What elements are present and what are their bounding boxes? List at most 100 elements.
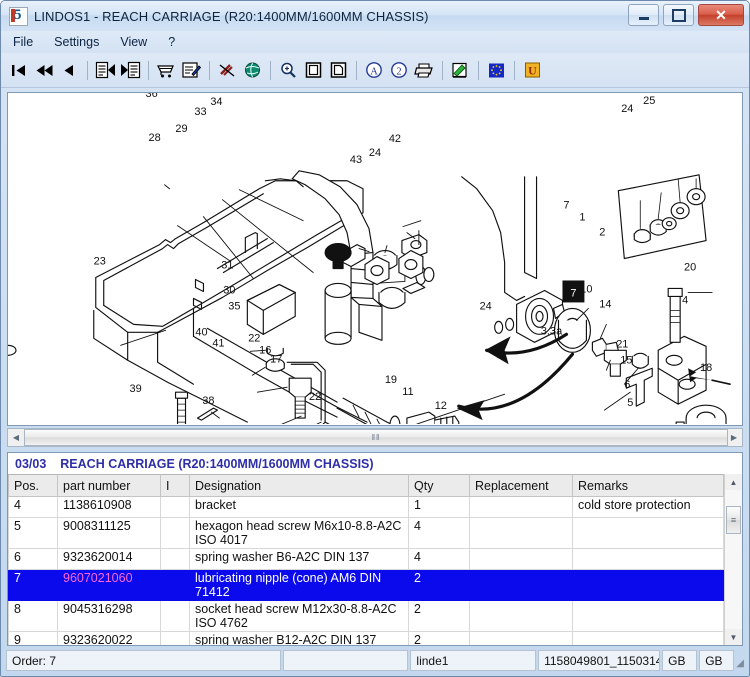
cell-part-number[interactable]: 9045316298	[57, 600, 161, 632]
diagram-horizontal-scrollbar[interactable]: ◀ ‖‖ ▶	[7, 428, 743, 447]
fast-rewind-icon	[36, 64, 52, 76]
cell-replacement[interactable]	[469, 569, 573, 601]
cell-pos[interactable]: 9	[8, 631, 58, 645]
cell-qty[interactable]: 4	[408, 548, 470, 570]
hscroll-thumb[interactable]: ‖‖	[24, 429, 728, 446]
cell-i[interactable]	[160, 631, 190, 645]
cell-pos[interactable]: 7	[8, 569, 58, 601]
page-back-list-button[interactable]	[93, 58, 117, 82]
cell-pos[interactable]: 4	[8, 496, 58, 518]
menu-item-settings[interactable]: Settings	[52, 34, 109, 50]
scroll-down-button[interactable]: ▼	[725, 629, 742, 645]
cell-part-number[interactable]: 9008311125	[57, 517, 161, 549]
diagram-viewport[interactable]: 7 36 34 33 29 28 23 31 30 35 40 41 39 38 22 16 17 43 24 42…	[7, 92, 743, 426]
cell-designation[interactable]: spring washer B6-A2C DIN 137	[189, 548, 409, 570]
resize-grip[interactable]: ◢	[736, 650, 744, 671]
column-header-replacement[interactable]: Replacement	[469, 474, 573, 497]
cell-replacement[interactable]	[469, 496, 573, 518]
cell-qty[interactable]: 4	[408, 517, 470, 549]
undo-u-button[interactable]: U	[520, 58, 544, 82]
column-header-part-number[interactable]: part number	[57, 474, 161, 497]
cell-remarks[interactable]	[572, 600, 724, 632]
cell-qty[interactable]: 2	[408, 600, 470, 632]
close-button[interactable]: ✕	[698, 4, 744, 26]
shopping-cart-button[interactable]	[154, 58, 178, 82]
page-fit-button[interactable]	[301, 58, 325, 82]
column-header-qty[interactable]: Qty	[408, 474, 470, 497]
minimize-icon	[638, 16, 649, 20]
diagram-callout-38: 38	[202, 395, 214, 407]
cell-part-number[interactable]: 9607021060	[57, 569, 161, 601]
menu-item-file[interactable]: File	[11, 34, 43, 50]
cell-qty[interactable]: 2	[408, 569, 470, 601]
hscroll-track[interactable]: ‖‖	[24, 429, 728, 446]
cell-qty[interactable]: 1	[408, 496, 470, 518]
no-link-button[interactable]	[215, 58, 239, 82]
cell-qty[interactable]: 2	[408, 631, 470, 645]
cell-pos[interactable]: 8	[8, 600, 58, 632]
parts-table-head: Pos. part number I Designation Qty Repla…	[8, 474, 724, 497]
cell-remarks[interactable]	[572, 631, 724, 645]
table-row[interactable]: 5 9008311125 hexagon head screw M6x10-8.8-…	[8, 517, 724, 549]
table-row[interactable]: 9 9323620022 spring washer B12-A2C DIN 137…	[8, 631, 724, 645]
cell-remarks[interactable]	[572, 548, 724, 570]
page-forward-list-button[interactable]	[118, 58, 142, 82]
maximize-button[interactable]	[663, 4, 694, 26]
cell-i[interactable]	[160, 496, 190, 518]
edit-order-button[interactable]	[179, 58, 203, 82]
cell-designation[interactable]: lubricating nipple (cone) AM6 DIN 71412	[189, 569, 409, 601]
minimize-button[interactable]	[628, 4, 659, 26]
cell-remarks[interactable]	[572, 517, 724, 549]
column-header-designation[interactable]: Designation	[189, 474, 409, 497]
table-row[interactable]: 8 9045316298 socket head screw M12x30-8.8-…	[8, 600, 724, 632]
cell-replacement[interactable]	[469, 600, 573, 632]
scroll-left-button[interactable]: ◀	[8, 429, 24, 446]
cell-i[interactable]	[160, 517, 190, 549]
scroll-right-button[interactable]: ▶	[726, 429, 742, 446]
diagram-callout-35: 35	[228, 300, 240, 312]
notes-button[interactable]	[448, 58, 472, 82]
cell-i[interactable]	[160, 548, 190, 570]
column-header-pos[interactable]: Pos.	[8, 474, 58, 497]
cell-i[interactable]	[160, 569, 190, 601]
parts-vertical-scrollbar[interactable]: ▲ ≡ ▼	[724, 474, 742, 645]
cell-replacement[interactable]	[469, 548, 573, 570]
first-page-button[interactable]	[7, 58, 31, 82]
cell-remarks[interactable]	[572, 569, 724, 601]
cell-part-number[interactable]: 1138610908	[57, 496, 161, 518]
cell-designation[interactable]: socket head screw M12x30-8.8-A2C ISO 476…	[189, 600, 409, 632]
toolbar-separator	[478, 60, 479, 80]
cell-replacement[interactable]	[469, 517, 573, 549]
table-row[interactable]: 4 1138610908 bracket 1 cold store protection	[8, 496, 724, 518]
cell-remarks[interactable]: cold store protection	[572, 496, 724, 518]
table-row[interactable]: 6 9323620014 spring washer B6-A2C DIN 137 4	[8, 548, 724, 570]
cell-part-number[interactable]: 9323620014	[57, 548, 161, 570]
table-row[interactable]: 7 9607021060 lubricating nipple (cone) AM6…	[8, 569, 724, 601]
vscroll-thumb[interactable]: ≡	[726, 506, 741, 534]
cell-i[interactable]	[160, 600, 190, 632]
cell-part-number[interactable]: 9323620022	[57, 631, 161, 645]
cell-replacement[interactable]	[469, 631, 573, 645]
fast-rewind-button[interactable]	[32, 58, 56, 82]
cell-pos[interactable]: 5	[8, 517, 58, 549]
menu-item-view[interactable]: View	[118, 34, 157, 50]
cell-designation[interactable]: bracket	[189, 496, 409, 518]
column-header-i[interactable]: I	[160, 474, 190, 497]
globe-button[interactable]	[240, 58, 264, 82]
menu-item-help[interactable]: ?	[166, 34, 185, 50]
previous-page-button[interactable]	[57, 58, 81, 82]
cell-pos[interactable]: 6	[8, 548, 58, 570]
column-header-remarks[interactable]: Remarks	[572, 474, 724, 497]
annotate-2-button[interactable]: 2	[387, 58, 411, 82]
page-copy-button[interactable]	[326, 58, 350, 82]
zoom-in-button[interactable]	[276, 58, 300, 82]
vscroll-track[interactable]: ≡	[725, 490, 742, 629]
cell-designation[interactable]: hexagon head screw M6x10-8.8-A2C ISO 401…	[189, 517, 409, 549]
cell-designation[interactable]: spring washer B12-A2C DIN 137	[189, 631, 409, 645]
diagram-callout-1: 1	[579, 212, 585, 224]
scroll-up-button[interactable]: ▲	[725, 474, 742, 490]
print-button[interactable]	[412, 58, 436, 82]
annotate-a-button[interactable]: A	[362, 58, 386, 82]
europe-flag-button[interactable]	[484, 58, 508, 82]
europe-flag-icon	[488, 63, 504, 77]
